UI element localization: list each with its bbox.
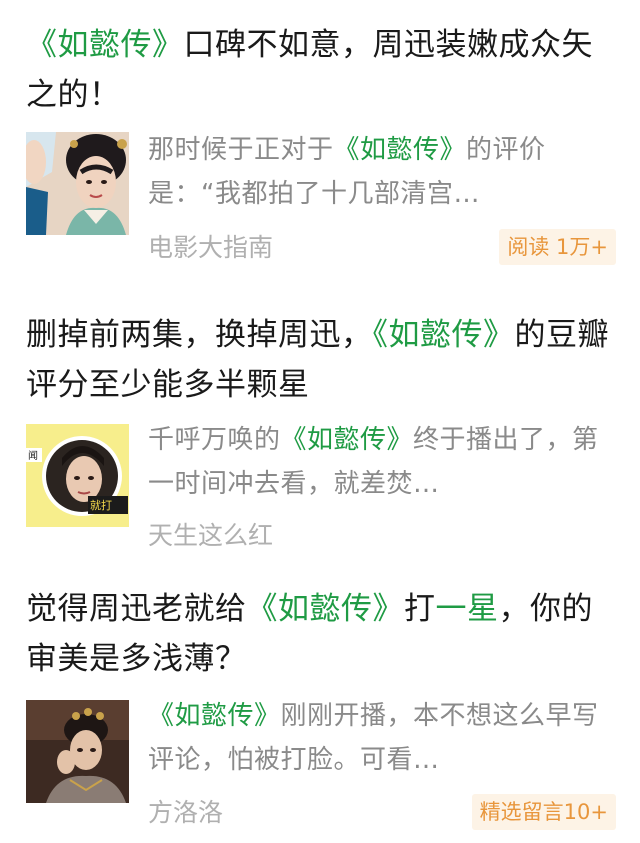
summary-highlight: 《如懿传》	[148, 701, 281, 731]
summary-highlight: 《如懿传》	[280, 425, 414, 455]
article-summary: 千呼万唤的《如懿传》终于播出了，第一时间冲去看，就差焚…	[148, 418, 616, 506]
article-thumbnail[interactable]: 闻 就打	[26, 424, 129, 527]
article-source: 电影大指南	[148, 233, 274, 262]
portrait-image	[26, 132, 129, 235]
title-highlight: 《如懿传》	[246, 591, 404, 627]
svg-text:闻: 闻	[28, 449, 38, 462]
article-title[interactable]: 《如懿传》口碑不如意，周迅装嫩成众矢之的！	[26, 20, 616, 120]
article-thumbnail[interactable]	[26, 700, 129, 803]
title-text: 打	[404, 591, 436, 627]
article-summary: 《如懿传》刚刚开播，本不想这么早写评论，怕被打脸。可看…	[148, 694, 616, 782]
article-card[interactable]: 删掉前两集，换掉周迅，《如懿传》的豆瓣评分至少能多半颗星 闻 就打 千呼万唤的《…	[0, 290, 640, 570]
article-summary: 那时候于正对于《如懿传》的评价是：“我都拍了十几部清宫…	[148, 128, 616, 216]
article-title[interactable]: 觉得周迅老就给《如懿传》打一星，你的审美是多浅薄？	[26, 584, 616, 684]
summary-text: 那时候于正对于	[148, 135, 334, 165]
comment-count-badge: 精选留言10+	[471, 794, 616, 830]
article-card[interactable]: 《如懿传》口碑不如意，周迅装嫩成众矢之的！ 那时候于正对于《如懿传》的评价是：“…	[0, 0, 640, 290]
article-thumbnail[interactable]	[26, 132, 129, 235]
title-text: 觉得周迅老就给	[26, 591, 247, 627]
title-highlight: 《如懿传》	[26, 27, 184, 63]
portrait-image	[26, 700, 129, 803]
summary-highlight: 《如懿传》	[333, 135, 467, 165]
svg-text:就打: 就打	[90, 498, 112, 512]
title-highlight: 《如懿传》	[372, 317, 515, 353]
article-title[interactable]: 删掉前两集，换掉周迅，《如懿传》的豆瓣评分至少能多半颗星	[26, 310, 616, 410]
summary-text: 千呼万唤的	[148, 425, 281, 455]
article-source: 天生这么红	[148, 521, 274, 550]
read-count-badge: 阅读 1万+	[499, 229, 616, 265]
article-card[interactable]: 觉得周迅老就给《如懿传》打一星，你的审美是多浅薄？ 《如懿传》刚刚开播，本不想这…	[0, 570, 640, 843]
title-text: 删掉前两集，换掉周迅，	[26, 317, 373, 353]
title-highlight: 一星	[435, 591, 499, 627]
article-source: 方洛洛	[148, 798, 224, 827]
portrait-image: 闻 就打	[26, 424, 129, 527]
